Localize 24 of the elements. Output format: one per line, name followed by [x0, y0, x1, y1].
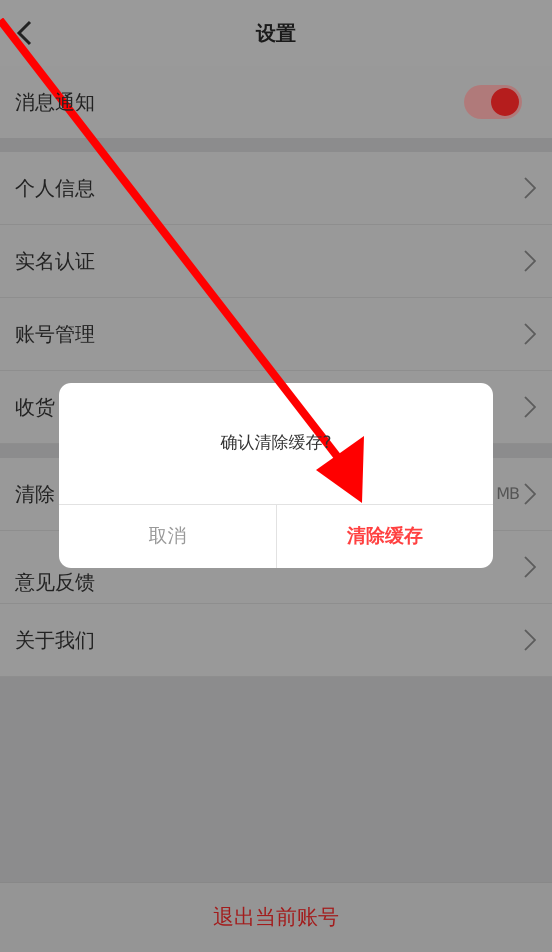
row-label: 关于我们: [15, 627, 96, 654]
row-label: 清除: [15, 481, 56, 508]
row-label: 账号管理: [15, 321, 96, 348]
chevron-right-icon: [524, 177, 536, 199]
row-label: 意见反馈: [15, 569, 96, 596]
settings-row[interactable]: 账号管理: [0, 298, 552, 371]
settings-row[interactable]: 关于我们: [0, 604, 552, 677]
row-label: 实名认证: [15, 248, 96, 275]
settings-row[interactable]: 实名认证: [0, 225, 552, 298]
chevron-right-icon: [524, 629, 536, 651]
row-label: 收货: [15, 394, 56, 421]
dialog-button[interactable]: 清除缓存: [276, 505, 493, 568]
chevron-right-icon: [524, 323, 536, 345]
dialog-message: 确认清除缓存?: [220, 432, 332, 455]
row-value: MB: [496, 483, 519, 505]
chevron-right-icon: [524, 483, 536, 505]
back-icon[interactable]: [16, 20, 32, 46]
notification-toggle[interactable]: [464, 85, 522, 119]
row-label: 个人信息: [15, 175, 96, 202]
settings-row[interactable]: 个人信息: [0, 152, 552, 225]
page-title: 设置: [256, 20, 296, 47]
chevron-right-icon: [524, 396, 536, 418]
chevron-right-icon: [524, 556, 536, 578]
chevron-right-icon: [524, 250, 536, 272]
